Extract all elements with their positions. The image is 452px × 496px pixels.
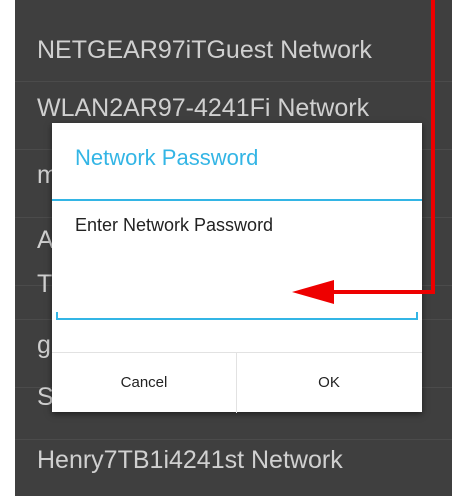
network-name: NETGEAR97iTGuest Network — [37, 36, 372, 64]
dialog-button-bar: Cancel OK — [52, 352, 422, 413]
ok-button[interactable]: OK — [237, 353, 421, 413]
network-password-dialog: Network Password Enter Network Password … — [52, 123, 422, 413]
network-name: T — [37, 270, 53, 298]
list-item[interactable]: Henry7TB1i4241st Network — [15, 428, 452, 496]
dialog-message: Enter Network Password — [75, 215, 274, 235]
cancel-button[interactable]: Cancel — [52, 353, 236, 413]
title-divider — [52, 199, 422, 201]
dialog-title: Network Password — [75, 145, 259, 170]
input-underline-left-tick — [56, 312, 58, 320]
list-item[interactable]: NETGEAR97iTGuest Network — [15, 14, 452, 82]
input-underline-right-tick — [416, 312, 418, 320]
password-input[interactable] — [56, 268, 418, 320]
network-name: Henry7TB1i4241st Network — [37, 446, 343, 474]
